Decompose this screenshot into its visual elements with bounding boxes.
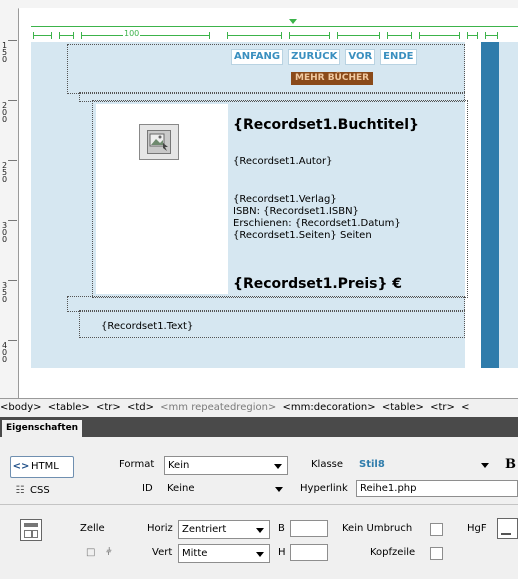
tag-decoration[interactable]: <mm:decoration> — [283, 402, 376, 413]
merge-icon[interactable]: □ — [86, 547, 95, 558]
header-checkbox[interactable] — [430, 547, 443, 560]
hyperlink-input[interactable]: Reihe1.php — [356, 480, 518, 497]
horiz-select[interactable]: Zentriert — [178, 520, 270, 539]
bg-color-swatch[interactable] — [497, 518, 518, 539]
format-label: Format — [119, 459, 155, 470]
vert-label: Vert — [152, 547, 173, 558]
ruler-label: 3 0 0 — [1, 221, 8, 244]
format-value: Kein — [168, 460, 190, 471]
width-input[interactable] — [290, 520, 328, 537]
html-label: HTML — [31, 461, 59, 472]
first-button[interactable]: ANFANG — [231, 49, 284, 65]
split-cell-icon[interactable]: ⫩ — [106, 547, 112, 558]
author-binding[interactable]: {Recordset1.Autor} — [233, 156, 332, 168]
ruler-label: 4 0 0 — [1, 341, 8, 364]
tag-table-inner[interactable]: <table> — [382, 402, 424, 413]
css-grid-icon: ☷ — [15, 485, 25, 496]
ruler-label: 3 5 0 — [1, 281, 8, 304]
nowrap-checkbox[interactable] — [430, 523, 443, 536]
width-label: B — [278, 523, 285, 534]
more-books-button[interactable]: MEHR BÜCHER — [291, 72, 374, 85]
navigation-bar: ANFANG ZURÜCK VOR ENDE — [231, 49, 417, 65]
image-placeholder-icon[interactable] — [139, 124, 179, 160]
book-title-binding[interactable]: {Recordset1.Buchtitel} — [233, 117, 419, 133]
merge-cells-icon[interactable] — [20, 519, 42, 541]
vert-select[interactable]: Mitte — [178, 544, 270, 563]
tag-table[interactable]: <table> — [48, 402, 90, 413]
last-button[interactable]: ENDE — [380, 49, 417, 65]
chevron-down-icon — [481, 463, 489, 468]
height-input[interactable] — [290, 544, 328, 561]
pages-binding[interactable]: {Recordset1.Seiten} Seiten — [233, 230, 372, 242]
tag-selector: <body> <table> <tr> <td> <mm repeatedreg… — [0, 398, 518, 418]
cell-label: Zelle — [80, 523, 105, 534]
tag-td[interactable]: <td> — [127, 402, 154, 413]
chevron-down-icon — [256, 552, 264, 557]
price-binding[interactable]: {Recordset1.Preis} € — [233, 276, 402, 292]
chevron-down-icon — [256, 528, 264, 533]
ruler-label: 1 5 0 — [1, 41, 8, 64]
code-icon: <> — [12, 461, 30, 472]
table-width-indicator: 100 — [31, 16, 518, 44]
tag-tr[interactable]: <tr> — [96, 402, 121, 413]
tag-body[interactable]: <body> — [0, 402, 42, 413]
tag-repeated-region[interactable]: <mm repeatedregion> — [160, 402, 276, 413]
properties-panel: <> HTML ☷ CSS Format Kein ID Keine Klasse … — [0, 437, 518, 579]
chevron-down-icon — [274, 464, 282, 469]
chevron-down-icon — [275, 487, 283, 492]
bg-color-label: HgF — [467, 523, 487, 534]
class-label: Klasse — [311, 459, 344, 470]
bold-button[interactable]: B — [505, 457, 516, 472]
css-mode-button[interactable]: ☷ CSS — [10, 481, 74, 501]
id-label: ID — [142, 483, 153, 494]
class-value: Stil8 — [359, 459, 385, 470]
vert-value: Mitte — [182, 548, 208, 559]
header-label: Kopfzeile — [370, 547, 416, 558]
design-canvas[interactable]: 100 ANFANG ZURÜCK VOR ENDE MEHR BÜCHER {… — [19, 8, 518, 398]
back-button[interactable]: ZURÜCK — [288, 49, 341, 65]
date-binding[interactable]: Erschienen: {Recordset1.Datum} — [233, 218, 401, 230]
html-mode-button[interactable]: <> HTML — [10, 456, 74, 478]
tag-tr-inner[interactable]: <tr> — [430, 402, 455, 413]
id-value: Keine — [167, 483, 195, 494]
isbn-binding[interactable]: ISBN: {Recordset1.ISBN} — [233, 206, 359, 218]
publisher-binding[interactable]: {Recordset1.Verlag} — [233, 194, 337, 206]
tab-properties[interactable]: Eigenschaften — [2, 420, 83, 437]
ruler-label: 2 5 0 — [1, 161, 8, 184]
divider — [0, 504, 518, 505]
horiz-value: Zentriert — [182, 524, 227, 535]
height-label: H — [278, 547, 286, 558]
tag-overflow[interactable]: < — [461, 402, 469, 413]
next-button[interactable]: VOR — [345, 49, 376, 65]
css-label: CSS — [30, 485, 50, 496]
nowrap-label: Kein Umbruch — [342, 523, 413, 534]
column-width-label: 100 — [123, 29, 141, 39]
format-select[interactable]: Kein — [164, 456, 288, 475]
table-cell-stripe[interactable] — [481, 42, 499, 368]
vertical-ruler[interactable]: 1 5 0 2 0 0 2 5 0 3 0 0 3 5 0 4 0 0 — [0, 0, 19, 398]
horiz-label: Horiz — [147, 523, 173, 534]
text-binding[interactable]: {Recordset1.Text} — [101, 321, 193, 332]
id-select[interactable]: Keine — [164, 480, 288, 499]
column-marker-icon — [289, 19, 297, 24]
hyperlink-label: Hyperlink — [300, 483, 348, 494]
class-select[interactable]: Stil8 — [356, 456, 494, 475]
properties-tab-bar: Eigenschaften — [0, 417, 518, 437]
ruler-label: 2 0 0 — [1, 101, 8, 124]
